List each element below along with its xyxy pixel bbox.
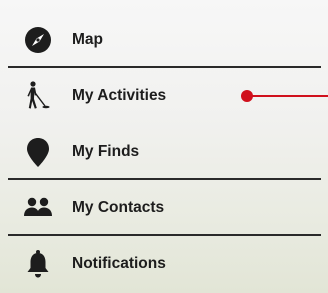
menu-item-label: My Activities (72, 87, 167, 104)
compass-icon (22, 24, 54, 56)
menu-item-notifications[interactable]: Notifications (0, 236, 328, 292)
menu-item-my-finds[interactable]: My Finds (0, 124, 328, 180)
menu-item-label: Notifications (72, 255, 166, 272)
side-menu: Map My Activities My Finds My Contacts N… (0, 0, 328, 293)
people-icon (22, 192, 54, 224)
menu-item-label: Map (72, 31, 103, 48)
bell-icon (22, 248, 54, 280)
annotation-callout-dot (241, 90, 253, 102)
annotation-callout-line (247, 95, 328, 97)
menu-item-label: My Contacts (72, 199, 165, 216)
map-pin-icon (22, 136, 54, 168)
metal-detector-person-icon (22, 80, 54, 112)
menu-item-my-contacts[interactable]: My Contacts (0, 180, 328, 236)
menu-item-map[interactable]: Map (0, 12, 328, 68)
menu-item-label: My Finds (72, 143, 140, 160)
